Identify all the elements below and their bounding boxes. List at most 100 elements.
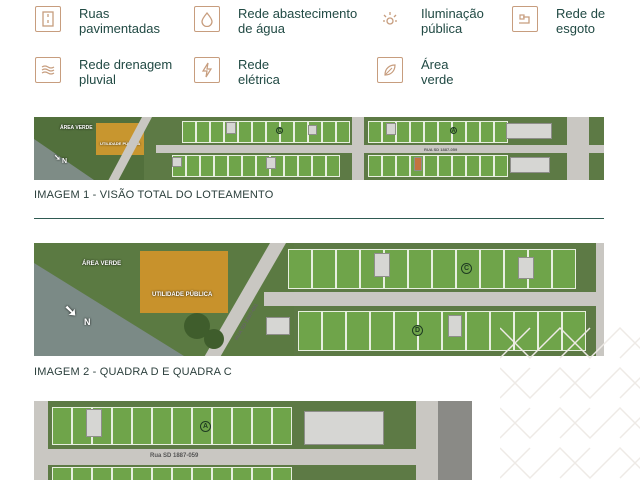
lot (214, 155, 228, 177)
north-arrow-icon: ➘ (54, 153, 61, 162)
lot (396, 121, 410, 143)
road-icon (35, 6, 61, 32)
north-arrow-icon: ➘ (64, 303, 78, 320)
lot (112, 407, 132, 445)
lot (322, 121, 336, 143)
lot (252, 467, 272, 480)
lot (424, 155, 438, 177)
block-d-badge: D (412, 325, 423, 336)
feature-label: pública (421, 21, 463, 36)
feature-label: pavimentadas (79, 21, 160, 36)
lot (312, 155, 326, 177)
lot (210, 121, 224, 143)
north-label: N (84, 317, 91, 327)
area-verde-label: ÁREA VERDE (60, 125, 93, 131)
lot (212, 407, 232, 445)
lot (196, 121, 210, 143)
lot (272, 467, 292, 480)
lot (370, 311, 394, 351)
lot (346, 311, 370, 351)
decorative-pattern (500, 326, 640, 480)
lot (368, 121, 382, 143)
block-a-badge: A (450, 127, 457, 134)
feature-esgoto: Rede de esgoto (512, 6, 626, 36)
lot (172, 467, 192, 480)
lot (368, 155, 382, 177)
lightning-icon (194, 57, 220, 83)
street-label: RUA SD 1887-059 (424, 147, 458, 152)
lot (272, 407, 292, 445)
lot (432, 249, 456, 289)
lot (552, 249, 576, 289)
lot (252, 407, 272, 445)
lot (294, 121, 308, 143)
lot (452, 155, 466, 177)
lot (182, 121, 196, 143)
lot (466, 311, 490, 351)
house (266, 157, 276, 169)
road-left (34, 401, 48, 480)
feature-label: Rede drenagem (79, 57, 173, 72)
lot (152, 407, 172, 445)
lot (212, 467, 232, 480)
road-cross-2 (567, 117, 589, 180)
lot (132, 407, 152, 445)
feature-label: Área (421, 57, 449, 72)
feature-label: de água (238, 21, 285, 36)
lot (228, 155, 242, 177)
lot (152, 467, 172, 480)
feature-label: Iluminação (421, 6, 484, 21)
lot (438, 155, 452, 177)
road-main (34, 449, 472, 465)
lot (232, 467, 252, 480)
lot (480, 249, 504, 289)
lot (52, 407, 72, 445)
feature-area-verde: Área verde (377, 57, 501, 87)
lot (92, 467, 112, 480)
house (266, 317, 290, 335)
lot (252, 121, 266, 143)
block-c-badge: C (461, 263, 472, 274)
house-roof (414, 157, 422, 171)
lot (72, 467, 92, 480)
lot (410, 121, 424, 143)
feature-label: Rede (238, 57, 270, 72)
feature-eletrica: Rede elétrica (194, 57, 358, 87)
sewer-icon (512, 6, 538, 32)
feature-agua: Rede abastecimento de água (194, 6, 368, 36)
house (518, 257, 534, 279)
feature-label: elétrica (238, 72, 280, 87)
lot (238, 121, 252, 143)
road-cross-1 (352, 117, 364, 180)
feature-label: verde (421, 72, 454, 87)
lot (408, 249, 432, 289)
north-label: N (62, 158, 68, 165)
lot (200, 155, 214, 177)
house (374, 253, 390, 277)
water-drop-icon (194, 6, 220, 32)
map-quadra-a: Rua SD 1887-059 A (34, 401, 472, 480)
block-c-badge: C (276, 127, 283, 134)
feature-label: pluvial (79, 72, 116, 87)
feature-ruas: Ruas pavimentadas (35, 6, 199, 36)
drainage-icon (35, 57, 61, 83)
house (172, 157, 182, 167)
lot (284, 155, 298, 177)
lot (232, 407, 252, 445)
lot (466, 155, 480, 177)
feature-drenagem: Rede drenagem pluvial (35, 57, 199, 87)
light-icon (377, 6, 403, 32)
house (386, 123, 396, 135)
feature-label: esgoto (556, 21, 596, 36)
lot (298, 155, 312, 177)
block-a-badge: A (200, 421, 211, 432)
map-overview: ÁREA VERDE UTILIDADE PÚBLICA ➘ N RUA SD … (34, 117, 604, 180)
lot (132, 467, 152, 480)
area-verde-label: ÁREA VERDE (82, 261, 122, 267)
house (448, 315, 462, 337)
divider (34, 218, 604, 219)
utilidade-label: UTILIDADE PÚBLICA (152, 292, 213, 298)
lot (480, 121, 494, 143)
caption-imagem-1: IMAGEM 1 - VISÃO TOTAL DO LOTEAMENTO (34, 189, 274, 201)
lot (112, 467, 132, 480)
